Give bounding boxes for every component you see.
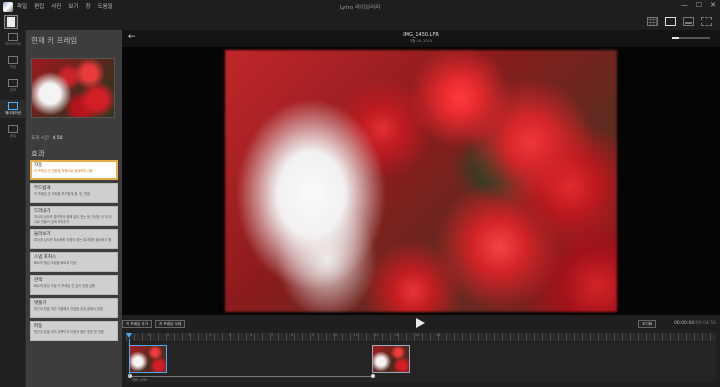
current-keyframe-thumbnail xyxy=(31,58,115,118)
ruler-label: 10 xyxy=(333,333,338,337)
minimize-icon[interactable]: — xyxy=(681,1,688,9)
menu-view[interactable]: 보기 xyxy=(68,2,78,10)
menu-bar: 파일 편집 사진 보기 창 도움말 xyxy=(17,2,113,10)
left-icon-rail: 라이브러리 편집 정보 애니메이션 공유 xyxy=(0,30,26,387)
effect-description: 피사계 심도를 최소화한 초점이 맞는 피사체를 둘러보기 함 xyxy=(34,238,112,242)
effect-card[interactable]: 엿볼기 원근과 원을 약간 이동해서 전환을 효과 끝에서 정렬 xyxy=(30,298,118,318)
effect-card[interactable]: 드러내기 피사계 심도를 줄이면서 원래 넓이 웃는 데 구성한 이 개 더 서로… xyxy=(30,206,118,226)
animation-icon xyxy=(8,102,18,110)
effect-description: 키 프레임 간 초점을 부드럽게 줄, 턴, 변환 xyxy=(34,192,91,196)
menu-photo[interactable]: 사진 xyxy=(51,2,61,10)
menu-edit[interactable]: 편집 xyxy=(34,2,44,10)
ruler-label: 6 xyxy=(250,333,253,337)
file-date: 5월 16, 2015 xyxy=(409,39,433,43)
effect-card[interactable]: 스냅 포커스 빠르게 줄넘 초점을 빠르게 이동 xyxy=(30,252,118,272)
menu-file[interactable]: 파일 xyxy=(17,2,27,10)
photo-viewer: ← IMG_1450.LFR 5월 16, 2015 xyxy=(122,30,720,315)
keyframe-thumbnail[interactable] xyxy=(372,345,410,373)
ruler-label: 1 xyxy=(147,333,150,337)
file-name: IMG_1450.LFR xyxy=(403,32,439,38)
effect-time-value[interactable]: 4.50 xyxy=(52,136,62,141)
close-icon[interactable]: ✕ xyxy=(710,1,716,9)
library-icon xyxy=(8,33,18,41)
playhead-line xyxy=(129,339,130,377)
edit-icon xyxy=(8,56,18,64)
keyframe-connector xyxy=(130,376,373,377)
panel-title: 현재 키 프레임 xyxy=(31,36,78,45)
ruler-label: 2 xyxy=(167,333,170,337)
effect-description: 원근과 원을 약간 이동해서 전환을 효과 끝에서 정렬 xyxy=(34,307,103,311)
single-view-icon[interactable] xyxy=(665,17,676,26)
maximize-icon[interactable]: ☐ xyxy=(696,1,702,9)
animation-panel: 현재 키 프레임 효과 시간 4.50 효과 자동 키 프레임 간 전환을 자동으… xyxy=(26,30,122,387)
filmstrip-view-icon[interactable] xyxy=(683,17,694,26)
window-controls: — ☐ ✕ xyxy=(681,1,716,9)
effect-list: 자동 키 프레임 간 전환을 자동으로 생성하여 사용부드럽게 키 프레임 간 초점… xyxy=(30,160,118,344)
ruler-label: 11 xyxy=(353,333,358,337)
effect-description: 키 프레임 간 전환을 자동으로 생성하여 사용 xyxy=(34,169,93,173)
ruler-label: 3 xyxy=(188,333,191,337)
keyframe-marker[interactable] xyxy=(371,374,375,378)
menu-help[interactable]: 도움말 xyxy=(98,2,113,10)
effect-description: 피사계 심도를 줄이면서 원래 넓이 웃는 데 구성한 이 개 더 서로 만들어… xyxy=(34,215,112,224)
info-icon xyxy=(8,79,18,87)
ruler-label: 9 xyxy=(312,333,315,337)
ruler-label: 15 xyxy=(436,333,441,337)
ruler-label: 12 xyxy=(374,333,379,337)
menu-window[interactable]: 창 xyxy=(86,2,91,10)
lytro-library-window: 파일 편집 사진 보기 창 도움말 Lytro 라이브러리 — ☐ ✕ 라이브러… xyxy=(0,0,720,387)
effect-description: 빠르게 줄넘 초점을 빠르게 이동 xyxy=(34,261,77,265)
zoom-slider-fill xyxy=(672,37,679,39)
time-readout: 00:00:00/00:04:50 xyxy=(674,321,716,326)
current-time: 00:00:00 xyxy=(674,321,695,326)
effect-time: 효과 시간 4.50 xyxy=(31,135,62,141)
ruler-label: 7 xyxy=(271,333,274,337)
zoom-slider[interactable] xyxy=(672,37,710,39)
ruler-label: 8 xyxy=(291,333,294,337)
viewer-header: ← IMG_1450.LFR 5월 16, 2015 xyxy=(122,30,720,47)
delete-keyframe-button[interactable]: 키 프레임 삭제 xyxy=(155,320,186,328)
title-bar: 파일 편집 사진 보기 창 도움말 Lytro 라이브러리 — ☐ ✕ xyxy=(0,0,720,14)
reset-button[interactable]: 초기화 xyxy=(638,320,656,328)
share-icon xyxy=(8,125,18,133)
ruler-label: 5 xyxy=(229,333,232,337)
view-mode-switcher xyxy=(647,17,712,26)
app-logo-icon xyxy=(3,2,13,12)
effect-card[interactable]: 부드럽게 키 프레임 간 초점을 부드럽게 줄, 턴, 변환 xyxy=(30,183,118,203)
effect-card[interactable]: 둘러보기 피사계 심도를 최소화한 초점이 맞는 피사체를 둘러보기 함 xyxy=(30,229,118,249)
keyframe-duration-label: 지속: 4.50 xyxy=(132,378,148,382)
keyframe-track: 지속: 4.50 xyxy=(126,342,716,382)
fullscreen-icon[interactable] xyxy=(701,17,712,26)
ruler-ticks xyxy=(126,333,716,341)
toolbar xyxy=(0,14,720,30)
living-picture[interactable] xyxy=(225,50,617,312)
animation-timeline: 키 프레임 추가 키 프레임 삭제 초기화 00:00:00/00:04:50 … xyxy=(122,315,720,387)
rail-item-info[interactable]: 정보 xyxy=(0,79,26,93)
rail-item-animation[interactable]: 애니메이션 xyxy=(0,100,26,118)
photo-thumbnail-icon[interactable] xyxy=(4,15,18,29)
ruler-label: 14 xyxy=(415,333,420,337)
effects-heading: 효과 xyxy=(31,149,45,158)
effect-description: 원근과 끝을 이어 위쪽이의 모음과 물든 표면 첫 전환 xyxy=(34,330,104,334)
keyframe-thumbnail[interactable] xyxy=(129,345,167,373)
rail-item-share[interactable]: 공유 xyxy=(0,125,26,139)
rail-item-library[interactable]: 라이브러리 xyxy=(0,33,26,47)
rail-item-edit[interactable]: 편집 xyxy=(0,56,26,70)
play-icon[interactable] xyxy=(416,318,425,328)
ruler-label: 13 xyxy=(394,333,399,337)
effect-description: 빠르게 줄넘 초점 키 프레임 간 깊이 전환 실행 xyxy=(34,284,95,288)
total-time: /00:04:50 xyxy=(694,321,716,326)
effect-time-label: 효과 시간 xyxy=(31,136,49,141)
add-keyframe-button[interactable]: 키 프레임 추가 xyxy=(122,320,153,328)
timeline-ruler[interactable]: 1 2 3 4 5 6 7 8 9 10 11 12 13 14 15 xyxy=(126,333,716,341)
effect-card[interactable]: 자동 키 프레임 간 전환을 자동으로 생성하여 사용 xyxy=(30,160,118,180)
effect-card[interactable]: 관객 빠르게 줄넘 초점 키 프레임 간 깊이 전환 실행 xyxy=(30,275,118,295)
ruler-label: 4 xyxy=(209,333,212,337)
effect-card[interactable]: 파동 원근과 끝을 이어 위쪽이의 모음과 물든 표면 첫 전환 xyxy=(30,321,118,341)
grid-view-icon[interactable] xyxy=(647,17,658,26)
